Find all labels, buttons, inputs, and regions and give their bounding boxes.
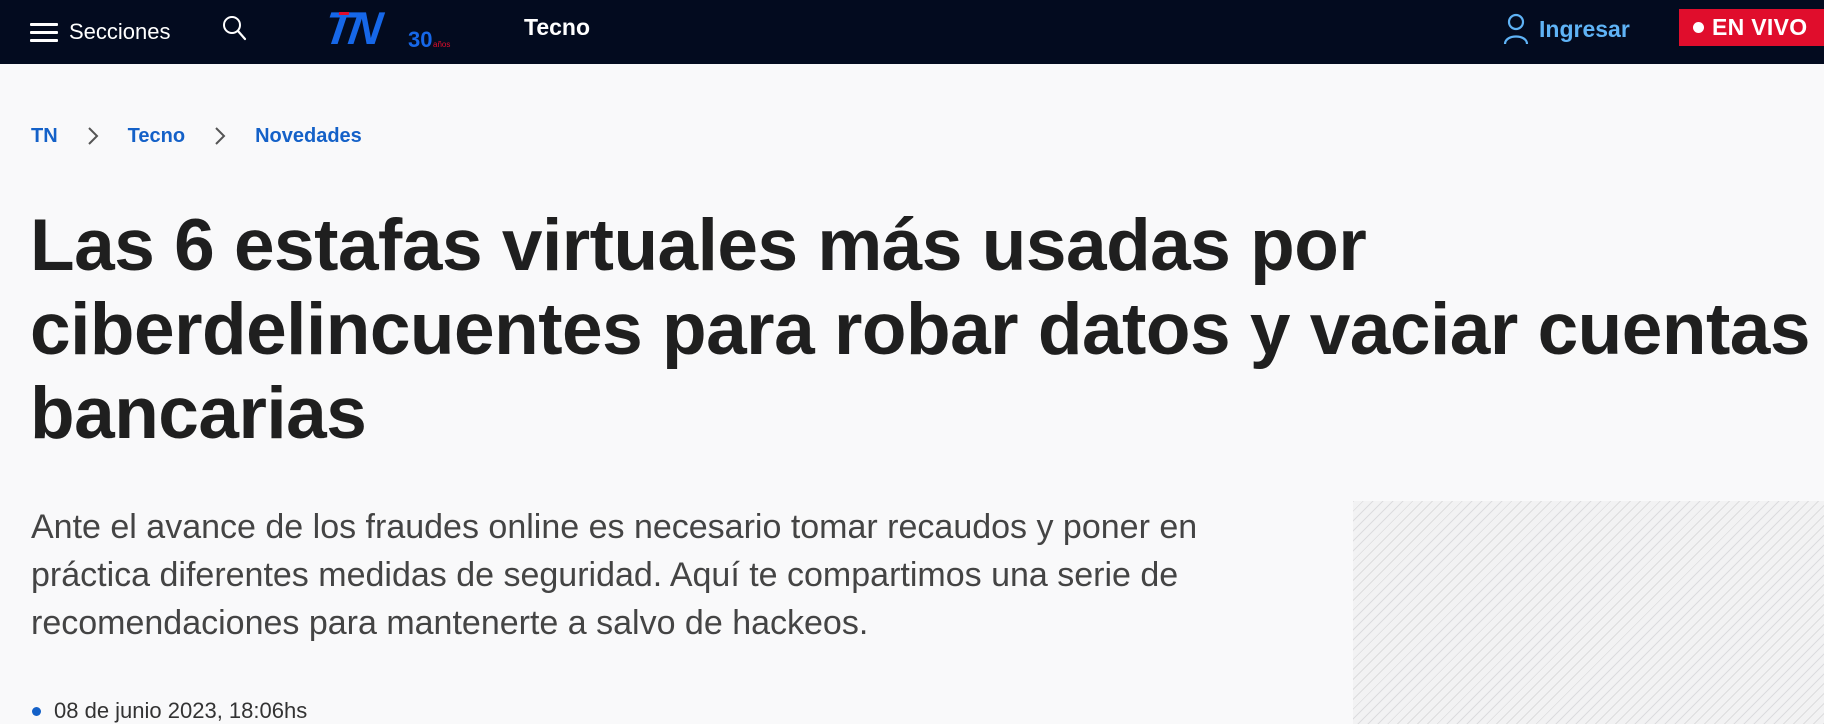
date-bullet-icon (32, 706, 41, 716)
chevron-right-icon (215, 127, 226, 145)
login-label: Ingresar (1539, 15, 1630, 42)
sections-menu-label: Secciones (69, 19, 171, 44)
search-icon (223, 16, 247, 41)
article-image-placeholder (1353, 501, 1824, 724)
breadcrumb-item-tecno[interactable]: Tecno (128, 125, 185, 148)
chevron-right-icon (87, 127, 99, 145)
live-label: EN VIVO (1712, 14, 1808, 40)
tn-logo: TN 30 años (321, 2, 450, 54)
menu-icon (30, 22, 58, 42)
live-button[interactable]: EN VIVO (1679, 9, 1824, 46)
search-button[interactable] (221, 14, 249, 44)
section-title[interactable]: Tecno (524, 14, 590, 41)
logo-anniversary-label: años (433, 40, 450, 49)
logo-text: TN (326, 6, 387, 54)
login-button[interactable]: Ingresar (1503, 12, 1630, 46)
article-date: 08 de junio 2023, 18:06hs (54, 698, 308, 723)
live-dot-icon (1693, 22, 1704, 33)
article-title: Las 6 estafas virtuales más usadas por c… (30, 205, 1810, 454)
user-icon (1503, 13, 1529, 45)
breadcrumb: TN Tecno Novedades (31, 122, 362, 150)
breadcrumb-item-tn[interactable]: TN (31, 125, 58, 148)
breadcrumb-item-novedades[interactable]: Novedades (255, 125, 362, 148)
tn-logo-link[interactable]: TN 30 años (321, 2, 462, 54)
logo-anniversary-number: 30 (408, 27, 432, 52)
article-date-row: 08 de junio 2023, 18:06hs (32, 698, 307, 724)
top-navigation-bar: Secciones TN 30 años Tecno Ingresar EN V… (0, 0, 1824, 64)
sections-menu-button[interactable]: Secciones (30, 16, 171, 48)
article-lead: Ante el avance de los fraudes online es … (31, 508, 1198, 642)
